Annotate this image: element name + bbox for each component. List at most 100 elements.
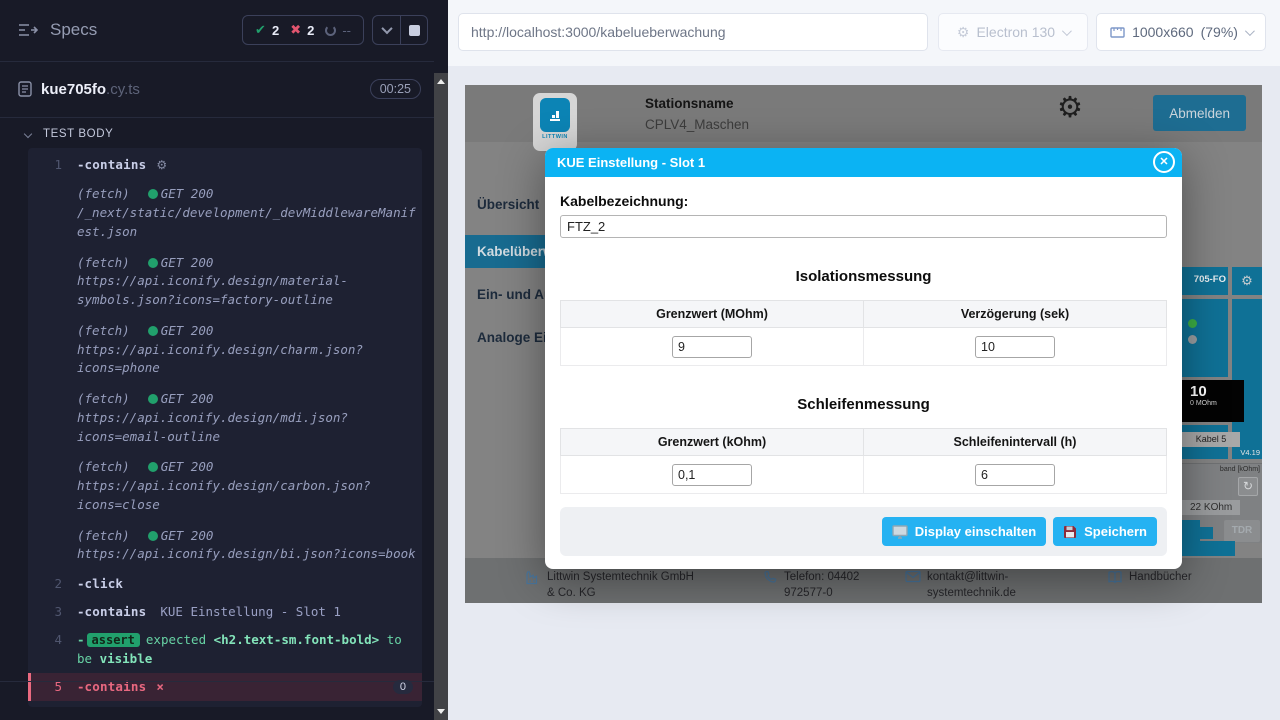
log-fetch-entry[interactable]: (fetch)GET 200https://api.iconify.design…	[28, 316, 422, 384]
nav-item-kabelueberwachung[interactable]: Kabelüberwachung	[465, 235, 545, 268]
tdr-button[interactable]: TDR	[1224, 520, 1260, 542]
command-log: 1-contains⚙(fetch)GET 200/_next/static/d…	[28, 148, 422, 707]
collapse-runs-button[interactable]	[373, 16, 400, 44]
factory-icon	[525, 570, 541, 585]
test-stats: ✔ 2 ✖ 2 --	[242, 15, 364, 45]
display-on-button[interactable]: Display einschalten	[882, 517, 1046, 546]
pending-icon	[325, 25, 336, 36]
spec-file-row[interactable]: kue705fo .cy.ts 00:25	[0, 71, 434, 107]
scroll-up-icon[interactable]	[437, 79, 445, 84]
slot-version: V4.19	[1240, 448, 1260, 457]
iso-verzoegerung-input[interactable]	[975, 336, 1055, 358]
footer-manuals[interactable]: Handbücher	[1107, 569, 1192, 585]
station-name-label: Stationsname	[645, 96, 734, 111]
littwin-logo: LITTWIN	[533, 93, 577, 151]
status-dot-icon	[148, 531, 158, 541]
log-fetch-entry[interactable]: (fetch)GET 200https://api.iconify.design…	[28, 384, 422, 452]
modal-body: Kabelbezeichnung: Isolationsmessung Gren…	[545, 177, 1182, 556]
ruler-icon	[1110, 25, 1125, 39]
isolation-table: Grenzwert (MOhm) Verzögerung (sek)	[560, 300, 1167, 366]
stop-icon	[409, 25, 420, 36]
nav-item-uebersicht[interactable]: Übersicht	[477, 197, 545, 212]
check-icon: ✔	[255, 22, 266, 38]
nav-item-analoge-eingaenge[interactable]: Analoge Eingänge	[477, 330, 545, 345]
isolation-section-title: Isolationsmessung	[560, 268, 1167, 285]
app-header: Stationsname CPLV4_Maschen ⚙ Abmelden	[465, 85, 1262, 142]
footer-email: kontakt@littwin-systemtechnik.de	[905, 569, 1033, 601]
phone-icon	[763, 570, 778, 585]
slot-band-label: band [kOhm]	[1220, 466, 1260, 473]
electron-icon: ⚙	[957, 24, 970, 41]
status-led-green	[1188, 319, 1197, 328]
preview-pane: http://localhost:3000/kabelueberwachung …	[448, 0, 1280, 720]
refresh-icon[interactable]: ↻	[1238, 477, 1258, 496]
log-fetch-entry[interactable]: (fetch)GET 200https://api.iconify.design…	[28, 521, 422, 571]
cable-name-label: Kabelbezeichnung:	[560, 193, 1167, 209]
reporter-panel: Specs ✔ 2 ✖ 2 --	[0, 0, 448, 720]
slot-display: 10 0 MOhm	[1182, 380, 1244, 422]
modal-footer: Display einschalten Speichern	[560, 507, 1167, 556]
log-fetch-entry[interactable]: (fetch)GET 200https://api.iconify.design…	[28, 248, 422, 316]
monitor-icon	[892, 525, 908, 539]
station-name-value: CPLV4_Maschen	[645, 117, 749, 132]
slot-resistance: 22 KOhm	[1182, 500, 1240, 515]
loop-grenzwert-input[interactable]	[672, 464, 752, 486]
stats-pending: --	[325, 23, 351, 38]
kue-settings-modal: KUE Einstellung - Slot 1 ✕ Kabelbezeichn…	[545, 148, 1182, 569]
cypress-window: Specs ✔ 2 ✖ 2 --	[0, 0, 1280, 720]
nav-item-ein-ausgaenge[interactable]: Ein- und Ausgänge	[477, 287, 545, 302]
reporter-scrollbar[interactable]	[434, 73, 448, 720]
loop-section-title: Schleifenmessung	[560, 396, 1167, 413]
error-count-badge: 0	[393, 680, 413, 694]
cross-icon: ✖	[290, 22, 301, 38]
viewport-select[interactable]: 1000x660 (79%)	[1096, 13, 1266, 51]
logout-button[interactable]: Abmelden	[1153, 95, 1246, 131]
loop-col-grenzwert: Grenzwert (kOhm)	[561, 429, 864, 456]
spec-file-icon	[18, 81, 32, 97]
chevron-down-icon	[381, 23, 392, 34]
email-icon	[905, 570, 921, 583]
divider	[0, 61, 434, 62]
settings-gear-icon[interactable]: ⚙	[1057, 94, 1083, 123]
command-row-assert[interactable]: 4-assertexpected <h2.text-sm.font-bold> …	[28, 626, 422, 673]
run-controls	[372, 15, 428, 45]
divider	[0, 681, 434, 682]
command-row[interactable]: 2-click	[28, 570, 422, 598]
viewport-size: 1000x660	[1132, 24, 1194, 40]
command-row[interactable]: 1-contains⚙	[28, 151, 422, 179]
iso-col-grenzwert: Grenzwert (MOhm)	[561, 301, 864, 328]
spec-file-ext: .cy.ts	[106, 81, 140, 98]
command-row[interactable]: 3-containsKUE Einstellung - Slot 1	[28, 598, 422, 626]
specs-title[interactable]: Specs	[50, 20, 97, 40]
loop-col-intervall: Schleifenintervall (h)	[864, 429, 1167, 456]
chevron-down-icon	[1062, 26, 1072, 36]
specs-menu-icon[interactable]	[18, 22, 38, 38]
status-led-gray	[1188, 335, 1197, 344]
footer-company: Littwin Systemtechnik GmbH & Co. KG	[525, 569, 697, 601]
stop-button[interactable]	[400, 16, 427, 44]
log-fetch-entry[interactable]: (fetch)GET 200https://api.iconify.design…	[28, 452, 422, 520]
log-fetch-entry[interactable]: (fetch)GET 200/_next/static/development/…	[28, 179, 422, 247]
divider	[0, 117, 434, 118]
chevron-down-icon	[1245, 26, 1255, 36]
status-dot-icon	[148, 258, 158, 268]
browser-select[interactable]: ⚙ Electron 130	[938, 13, 1088, 51]
status-dot-icon	[148, 326, 158, 336]
iso-grenzwert-input[interactable]	[672, 336, 752, 358]
test-body-section[interactable]: TEST BODY	[0, 123, 434, 145]
slot-card-title: 705-FO	[1182, 274, 1226, 285]
slot-gear-icon[interactable]: ⚙	[1241, 273, 1253, 288]
scroll-down-icon[interactable]	[437, 709, 445, 714]
iso-col-verzoegerung: Verzögerung (sek)	[864, 301, 1167, 328]
stats-passed: ✔ 2	[255, 22, 279, 38]
loop-intervall-input[interactable]	[975, 464, 1055, 486]
status-dot-icon	[148, 189, 158, 199]
url-input[interactable]: http://localhost:3000/kabelueberwachung	[458, 13, 928, 51]
command-row[interactable]: 5-contains×0	[28, 673, 422, 701]
close-icon[interactable]: ✕	[1153, 151, 1175, 173]
cable-name-input[interactable]	[560, 215, 1167, 238]
app-under-test: Stationsname CPLV4_Maschen ⚙ Abmelden LI…	[465, 85, 1262, 603]
preview-toolbar: http://localhost:3000/kabelueberwachung …	[448, 0, 1280, 66]
reporter-header: Specs ✔ 2 ✖ 2 --	[0, 14, 434, 46]
save-button[interactable]: Speichern	[1053, 517, 1157, 546]
